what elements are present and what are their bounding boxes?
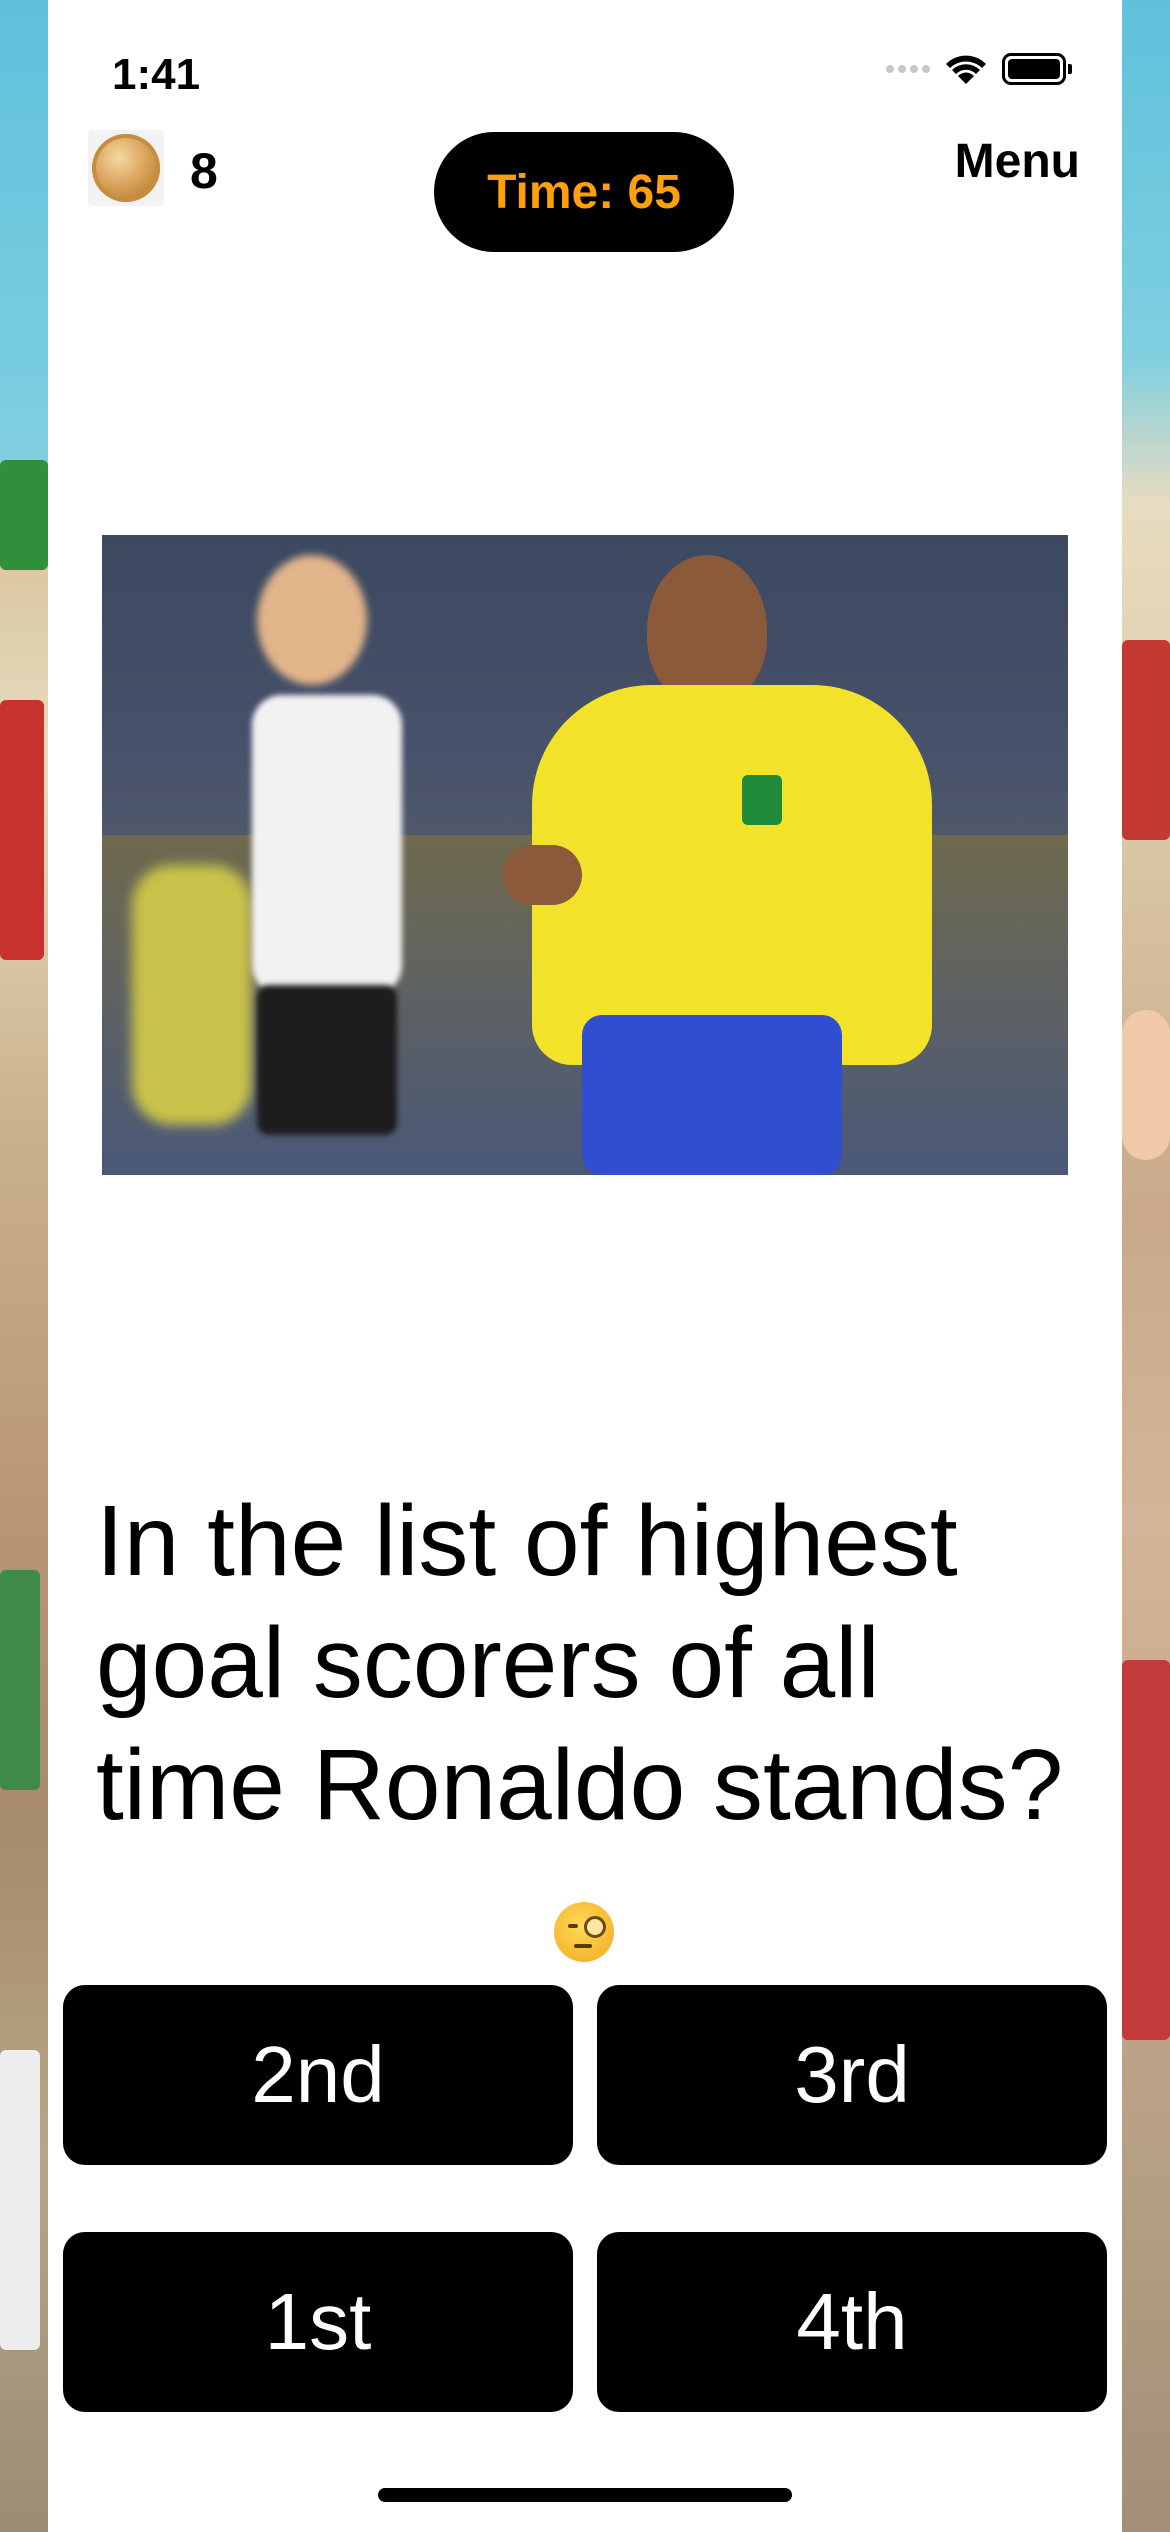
timer-badge: Time: 65 [434,132,734,252]
bg-red-player [0,700,44,960]
bg-white-sock [0,2050,40,2350]
answer-label: 3rd [794,2030,910,2119]
bg-green-sign [0,460,48,570]
question-image [102,535,1068,1175]
answer-label: 4th [796,2277,908,2366]
answer-button-2[interactable]: 3rd [597,1985,1107,2165]
face-with-monocle-icon [554,1902,614,1962]
answer-label: 2nd [251,2030,385,2119]
player-head [647,555,767,705]
blurred-player [132,865,252,1125]
cellular-signal-icon [886,65,930,73]
battery-icon [1002,53,1072,85]
background-illustration-right [1122,0,1170,2532]
home-indicator[interactable] [378,2488,792,2502]
bg-face [1122,1010,1170,1160]
blurred-head [257,555,367,685]
blue-shorts [582,1015,842,1175]
wifi-icon [946,55,986,84]
blurred-white-shirt [252,695,402,995]
bg-red-figure [1122,640,1170,840]
coin-icon [88,130,164,206]
jersey-badge [742,775,782,825]
pointing-hand [502,845,582,905]
menu-button[interactable]: Menu [955,134,1080,189]
status-time: 1:41 [112,50,201,99]
answer-button-3[interactable]: 1st [63,2232,573,2412]
question-text: In the list of highest goal scorers of a… [96,1485,1064,1841]
timer-label: Time: 65 [487,165,681,219]
answer-label: 1st [264,2277,372,2366]
answer-button-4[interactable]: 4th [597,2232,1107,2412]
status-icons [886,52,1072,86]
quiz-panel: 1:41 8 Time: 65 Menu In the list of high… [48,0,1122,2532]
blurred-shorts [257,985,397,1135]
coin-count: 8 [190,143,218,199]
bg-green-player [0,1570,40,1790]
background-illustration-left [0,0,48,2532]
yellow-jersey [532,685,932,1065]
bg-red-shirt [1122,1660,1170,2040]
answer-button-1[interactable]: 2nd [63,1985,573,2165]
